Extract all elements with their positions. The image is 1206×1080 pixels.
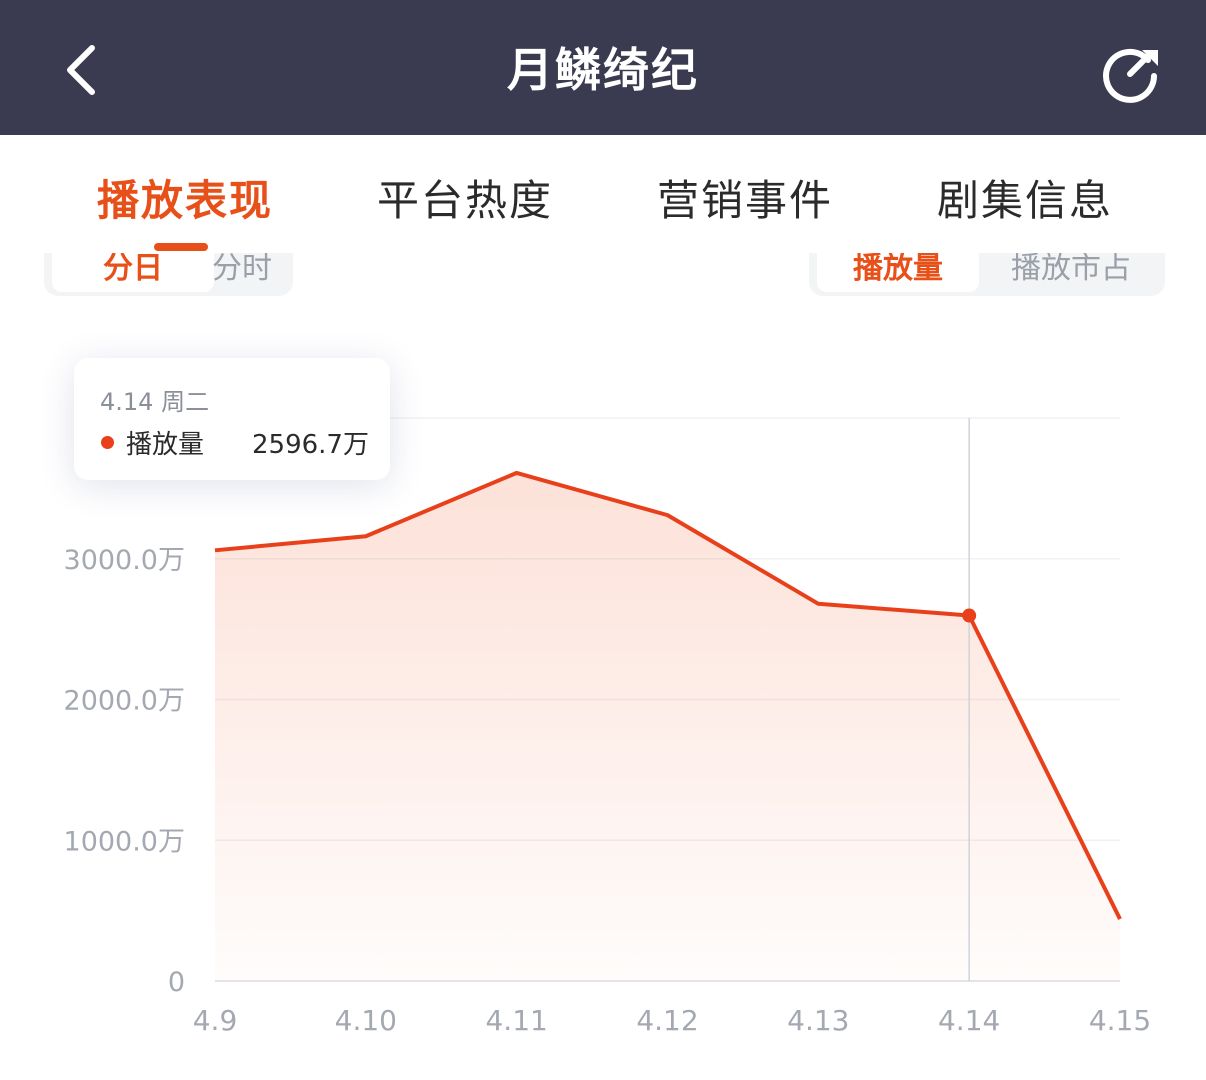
active-tab-indicator — [154, 243, 208, 251]
page-title: 月鳞绮纪 — [0, 40, 1206, 100]
x-tick-label: 4.10 — [335, 1004, 397, 1037]
refresh-icon[interactable] — [1098, 42, 1162, 106]
y-tick-label: 3000.0万 — [64, 545, 185, 576]
section-tabs: 播放表现 平台热度 营销事件 剧集信息 — [0, 135, 1206, 253]
tab-platform-heat[interactable]: 平台热度 — [377, 173, 553, 229]
tooltip-date: 4.14 周二 — [100, 382, 209, 417]
x-tick-label: 4.13 — [787, 1004, 849, 1037]
tooltip-value: 2596.7万 — [252, 424, 369, 461]
y-tick-label: 2000.0万 — [64, 686, 185, 717]
series-area — [215, 473, 1120, 981]
x-tick-label: 4.14 — [938, 1004, 1000, 1037]
x-tick-label: 4.9 — [193, 1004, 238, 1037]
x-tick-label: 4.15 — [1089, 1004, 1151, 1037]
tab-episode-info[interactable]: 剧集信息 — [937, 173, 1113, 229]
x-tick-label: 4.11 — [485, 1004, 547, 1037]
chart-tooltip: 4.14 周二 播放量 2596.7万 — [74, 358, 390, 480]
tab-marketing-events[interactable]: 营销事件 — [657, 173, 833, 229]
tab-playback[interactable]: 播放表现 — [97, 173, 273, 229]
series-dot-icon — [101, 436, 114, 449]
highlighted-data-point[interactable] — [962, 609, 976, 623]
y-tick-label: 0 — [168, 967, 185, 998]
top-nav-bar: 月鳞绮纪 — [0, 0, 1206, 135]
y-tick-label: 1000.0万 — [64, 826, 185, 857]
tooltip-series-label: 播放量 — [126, 424, 204, 461]
x-tick-label: 4.12 — [636, 1004, 698, 1037]
